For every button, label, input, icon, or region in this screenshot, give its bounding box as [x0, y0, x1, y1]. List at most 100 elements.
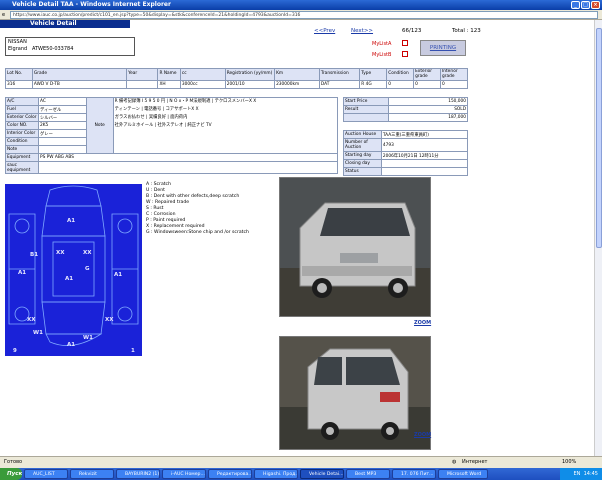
detail-label: Note — [5, 145, 39, 154]
taskbar-window-button[interactable]: Higashi. Прод... — [254, 469, 298, 479]
taskbar-window-button[interactable]: Vehicle Detai... — [300, 469, 344, 479]
zoom-level[interactable]: 100% — [562, 457, 576, 468]
summary-value-cell: 0 — [413, 80, 441, 89]
summary-header-cell: Condition — [386, 68, 415, 81]
damage-code-label: W1 — [33, 330, 43, 336]
closing-day-value — [380, 159, 469, 168]
summary-header-cell: cc — [179, 68, 226, 81]
summary-value-cell — [126, 80, 159, 89]
damage-code-label: W1 — [83, 335, 93, 341]
starting-day-value: 2006年10月21日 12時11分 — [380, 151, 469, 160]
maximize-button[interactable]: □ — [581, 1, 590, 9]
taskbar-window-button[interactable]: Rekvizit — [70, 469, 114, 479]
summary-header-cell: Interior grade — [440, 68, 468, 81]
detail-label: Exterior Color — [5, 113, 39, 122]
number-of-auction-label: Number of Auction — [343, 138, 382, 152]
close-button[interactable]: × — [591, 1, 600, 9]
equipment-value: PS PW ABG ABS — [37, 153, 339, 162]
status-value — [380, 167, 469, 176]
start-button[interactable]: Пуск — [0, 468, 22, 480]
detail-value: ディーゼル — [37, 105, 87, 114]
sauc-equipment-label: sauc equipment — [5, 161, 39, 174]
taskbar-window-button[interactable]: 17. 076 Пит... — [392, 469, 436, 479]
details-table: A/C AC Note R 備考記録簿 I 5 9 5 0 円 | N O x・P M… — [5, 97, 339, 174]
damage-code-label: A1 — [67, 218, 75, 224]
taskbar-window-button[interactable]: BAYBURIN2 (1) — [116, 469, 160, 479]
minimize-button[interactable]: _ — [571, 1, 580, 9]
closing-day-label: Closing day — [343, 159, 382, 168]
note-line: ガラスお払わせ | 実績良好 | 面内荷内 — [114, 115, 188, 120]
note-label: Note — [85, 97, 114, 154]
damage-code-label: XX — [56, 250, 65, 256]
vehicle-rear-photo[interactable] — [279, 336, 431, 450]
lot-position: 66/123 — [402, 28, 422, 34]
starting-day-label: Starting day — [343, 151, 382, 160]
mylist-b-label: MyListB — [372, 52, 392, 58]
ie-page-icon: e — [2, 12, 6, 18]
vehicle-front-photo[interactable] — [279, 177, 431, 317]
summary-value-cell: 3000cc — [179, 80, 226, 89]
taskbar-window-button[interactable]: AUC_LIST — [24, 469, 68, 479]
detail-label: Fuel — [5, 105, 39, 114]
damage-code-label: XX — [105, 317, 114, 323]
scrollbar-thumb[interactable] — [596, 28, 602, 248]
result-value: SOLD — [387, 105, 469, 114]
summary-value-cell: AWD V D-TB — [31, 80, 128, 89]
page-content: Vehicle Detail NISSAN Elgrand ATWE50-033… — [0, 20, 602, 456]
status-label: Status — [343, 167, 382, 176]
mylist-a-checkbox[interactable] — [402, 40, 408, 46]
language-indicator[interactable]: EN — [573, 471, 580, 477]
summary-value-cell: XH — [157, 80, 181, 89]
prev-link[interactable]: <<Prev — [314, 28, 335, 34]
summary-value-cell: R 4G — [359, 80, 388, 89]
note-line: R 備考記録簿 I 5 9 5 0 円 | N O x・P M法規制適 | テク… — [114, 99, 257, 104]
detail-label: Color NO. — [5, 121, 39, 130]
vehicle-make: NISSAN — [8, 39, 27, 45]
url-input[interactable]: https://www.iauc.co.jp/auction/predict/c… — [10, 11, 598, 19]
summary-value-cell: 316 — [5, 80, 33, 89]
mylist-b-checkbox[interactable] — [402, 51, 408, 57]
vertical-scrollbar[interactable] — [594, 20, 602, 456]
clock: 14:45 — [583, 471, 598, 477]
detail-label: A/C — [5, 97, 39, 106]
final-price-value: 187,000 — [387, 113, 469, 122]
damage-code-label: A1 — [67, 342, 75, 348]
summary-header-cell: Registration (yy/mm) — [224, 68, 276, 81]
security-zone: Интернет — [462, 459, 488, 465]
note-text: R 備考記録簿 I 5 9 5 0 円 | N O x・P M法規制適 | テク… — [112, 97, 339, 154]
printing-button[interactable]: PRINTING — [420, 40, 466, 56]
legend-item: G : Windowsween:Stone chip and /or scrat… — [146, 230, 249, 235]
damage-code-label: G — [85, 266, 90, 272]
damage-code-label: 1 — [131, 348, 135, 354]
auction-table: Auction House TAA三重(三重県東員町) Number of Auc… — [343, 130, 469, 176]
damage-code-label: 9 — [13, 348, 17, 354]
summary-header-cell: Grade — [31, 68, 128, 81]
summary-header-cell: R Name — [157, 68, 181, 81]
vehicle-name-box: NISSAN Elgrand ATWE50-033784 — [5, 37, 135, 56]
damage-code-label: XX — [83, 250, 92, 256]
summary-value-cell: 0 — [386, 80, 415, 89]
page-heading: Vehicle Detail — [0, 20, 130, 28]
taskbar-window-button[interactable]: Microsoft Word — [438, 469, 488, 479]
taskbar-window-button[interactable]: i-AUC Номер... — [162, 469, 206, 479]
next-link[interactable]: Next>> — [351, 28, 373, 34]
system-tray: EN 14:45 — [560, 468, 602, 480]
taskbar-window-button[interactable]: Редактирова... — [208, 469, 252, 479]
detail-row: A/C AC Note R 備考記録簿 I 5 9 5 0 円 | N O x・P M… — [5, 97, 339, 154]
status-bar: Готово ◍ Интернет 100% — [0, 456, 602, 468]
result-label: Result — [343, 105, 389, 114]
zoom-link-front[interactable]: ZOOM — [414, 320, 431, 326]
car-condition-diagram: A1 XX XX G B1 A1 A1 A1 XX XX W1 W1 A1 9 1 — [5, 184, 142, 356]
vehicle-chassis: ATWE50-033784 — [31, 46, 74, 52]
damage-code-label: XX — [27, 317, 36, 323]
summary-header-cell: Type — [359, 68, 388, 81]
auction-house-value: TAA三重(三重県東員町) — [380, 130, 469, 139]
window-titlebar: Vehicle Detail TAA - Windows Internet Ex… — [0, 0, 602, 10]
zoom-link-rear[interactable]: ZOOM — [414, 432, 431, 438]
damage-legend: A : Scratch U : Dent B : Dent with other d… — [146, 182, 271, 236]
taskbar-window-button[interactable]: Best MP3 — [346, 469, 390, 479]
detail-value — [37, 145, 87, 154]
window-title: Vehicle Detail TAA - Windows Internet Ex… — [12, 1, 171, 8]
summary-table: Lot No. Grade Year R Name cc Registration (yy… — [5, 68, 468, 89]
detail-value: グレー — [37, 129, 87, 138]
